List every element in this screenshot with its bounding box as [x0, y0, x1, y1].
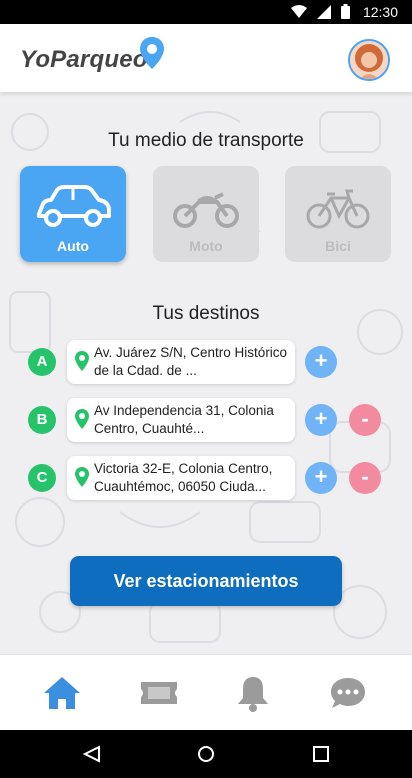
- destination-letter-b: B: [28, 406, 56, 434]
- destination-address-a: Av. Juárez S/N, Centro Histórico de la C…: [94, 345, 288, 378]
- destination-input-b[interactable]: Av Independencia 31, Colonia Centro, Cua…: [67, 398, 295, 442]
- chat-icon: [331, 678, 365, 708]
- transport-option-auto[interactable]: Auto: [20, 166, 126, 262]
- tab-messages[interactable]: [328, 673, 368, 713]
- car-icon: [37, 185, 111, 227]
- remove-destination-button[interactable]: -: [349, 462, 381, 494]
- destination-row-b: B Av Independencia 31, Colonia Centro, C…: [28, 396, 388, 444]
- avatar-image: [350, 41, 388, 79]
- remove-destination-button[interactable]: -: [349, 404, 381, 436]
- wifi-icon: [291, 4, 307, 18]
- transport-option-bici[interactable]: Bici: [285, 166, 391, 262]
- signal-icon: [317, 4, 331, 19]
- tab-tickets[interactable]: [139, 673, 179, 713]
- battery-icon: [341, 4, 350, 19]
- transport-label-auto: Auto: [57, 238, 89, 254]
- location-pin-icon: [75, 409, 89, 429]
- tab-notifications[interactable]: [233, 673, 273, 713]
- main-content: Tu medio de transporte Auto Moto Bici Tu…: [0, 92, 412, 654]
- transport-label-moto: Moto: [189, 238, 223, 254]
- recents-icon[interactable]: [313, 746, 329, 762]
- destinations-title: Tus destinos: [152, 303, 260, 324]
- transport-label-bici: Bici: [325, 238, 351, 254]
- add-destination-button[interactable]: +: [305, 404, 337, 436]
- add-destination-button[interactable]: +: [305, 346, 337, 378]
- transport-title: Tu medio de transporte: [108, 130, 304, 151]
- destination-letter-a: A: [28, 348, 56, 376]
- app-header: YoParqueo: [0, 24, 412, 92]
- add-destination-button[interactable]: +: [305, 462, 337, 494]
- destination-row-c: C Victoria 32-E, Colonia Centro, Cuauhté…: [28, 454, 388, 502]
- destination-input-c[interactable]: Victoria 32-E, Colonia Centro, Cuauhtémo…: [67, 456, 295, 500]
- motorcycle-icon: [173, 192, 239, 228]
- location-pin-icon: [75, 467, 89, 487]
- bicycle-icon: [306, 189, 370, 229]
- transport-option-moto[interactable]: Moto: [153, 166, 259, 262]
- destination-address-c: Victoria 32-E, Colonia Centro, Cuauhtémo…: [94, 461, 273, 494]
- destination-address-b: Av Independencia 31, Colonia Centro, Cua…: [94, 403, 274, 436]
- status-icons: [291, 4, 350, 19]
- user-avatar[interactable]: [348, 39, 390, 81]
- back-icon[interactable]: [83, 745, 101, 763]
- status-time: 12:30: [362, 4, 398, 20]
- tab-home[interactable]: [42, 673, 82, 713]
- app-logo-text: YoParqueo: [20, 46, 148, 73]
- destination-row-a: A Av. Juárez S/N, Centro Histórico de la…: [28, 338, 388, 386]
- status-bar: 12:30: [0, 0, 412, 24]
- destination-letter-c: C: [28, 464, 56, 492]
- destination-input-a[interactable]: Av. Juárez S/N, Centro Histórico de la C…: [67, 340, 295, 384]
- location-pin-icon: [140, 37, 164, 69]
- bell-icon: [238, 677, 268, 712]
- home-icon: [44, 677, 80, 709]
- bottom-tab-bar: [0, 654, 412, 731]
- location-pin-icon: [75, 351, 89, 371]
- system-navigation-bar: [0, 730, 412, 778]
- ticket-icon: [141, 682, 177, 704]
- view-parking-button[interactable]: Ver estacionamientos: [70, 556, 342, 606]
- home-circle-icon[interactable]: [197, 745, 215, 763]
